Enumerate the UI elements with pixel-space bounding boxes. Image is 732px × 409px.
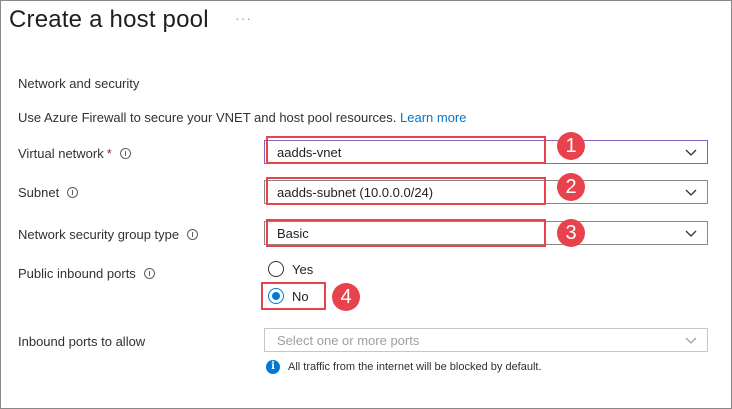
annotation-badge-2: 2: [557, 173, 585, 201]
annotation-badge-3: 3: [557, 219, 585, 247]
subnet-value: aadds-subnet (10.0.0.0/24): [277, 185, 434, 200]
annotation-badge-4: 4: [332, 283, 360, 311]
radio-circle[interactable]: [268, 261, 284, 277]
info-icon[interactable]: [119, 148, 131, 159]
required-mark: *: [106, 146, 112, 161]
nsg-type-dropdown[interactable]: Basic: [264, 221, 708, 245]
info-icon[interactable]: [187, 229, 199, 240]
section-heading: Network and security: [18, 76, 140, 91]
radio-yes-label: Yes: [292, 261, 314, 277]
chevron-down-icon: [685, 230, 697, 237]
radio-no-label: No: [292, 288, 309, 304]
inbound-ports-label-text: Inbound ports to allow: [18, 334, 146, 349]
nsg-type-label: Network security group type: [18, 227, 199, 242]
inbound-ports-label: Inbound ports to allow: [18, 334, 145, 349]
info-icon: i: [266, 360, 280, 374]
info-note-text: All traffic from the internet will be bl…: [288, 361, 542, 373]
virtual-network-value: aadds-vnet: [277, 145, 342, 160]
page-title: Create a host pool: [9, 6, 209, 33]
chevron-down-icon: [685, 337, 697, 344]
subnet-dropdown[interactable]: aadds-subnet (10.0.0.0/24): [264, 180, 708, 204]
radio-no[interactable]: No: [268, 288, 309, 304]
subnet-label: Subnet: [18, 185, 79, 200]
radio-yes[interactable]: Yes: [268, 261, 313, 277]
more-options-icon[interactable]: ···: [235, 10, 252, 26]
radio-circle-selected[interactable]: [268, 288, 284, 304]
info-icon[interactable]: [143, 268, 155, 279]
virtual-network-label-text: Virtual network: [18, 146, 104, 161]
nsg-type-label-text: Network security group type: [18, 227, 180, 242]
inbound-ports-dropdown: Select one or more ports: [264, 328, 708, 352]
inbound-ports-placeholder: Select one or more ports: [277, 333, 420, 348]
chevron-down-icon: [685, 189, 697, 196]
info-icon[interactable]: [67, 187, 79, 198]
chevron-down-icon: [685, 149, 697, 156]
learn-more-link[interactable]: Learn more: [400, 110, 466, 125]
subnet-label-text: Subnet: [18, 185, 60, 200]
public-inbound-label-text: Public inbound ports: [18, 266, 136, 281]
description-text: Use Azure Firewall to secure your VNET a…: [18, 110, 397, 125]
virtual-network-dropdown[interactable]: aadds-vnet: [264, 140, 708, 164]
virtual-network-label: Virtual network *: [18, 146, 131, 161]
info-note: i All traffic from the internet will be …: [266, 360, 542, 374]
public-inbound-label: Public inbound ports: [18, 266, 155, 281]
nsg-type-value: Basic: [277, 226, 309, 241]
section-description: Use Azure Firewall to secure your VNET a…: [18, 110, 467, 125]
annotation-badge-1: 1: [557, 132, 585, 160]
